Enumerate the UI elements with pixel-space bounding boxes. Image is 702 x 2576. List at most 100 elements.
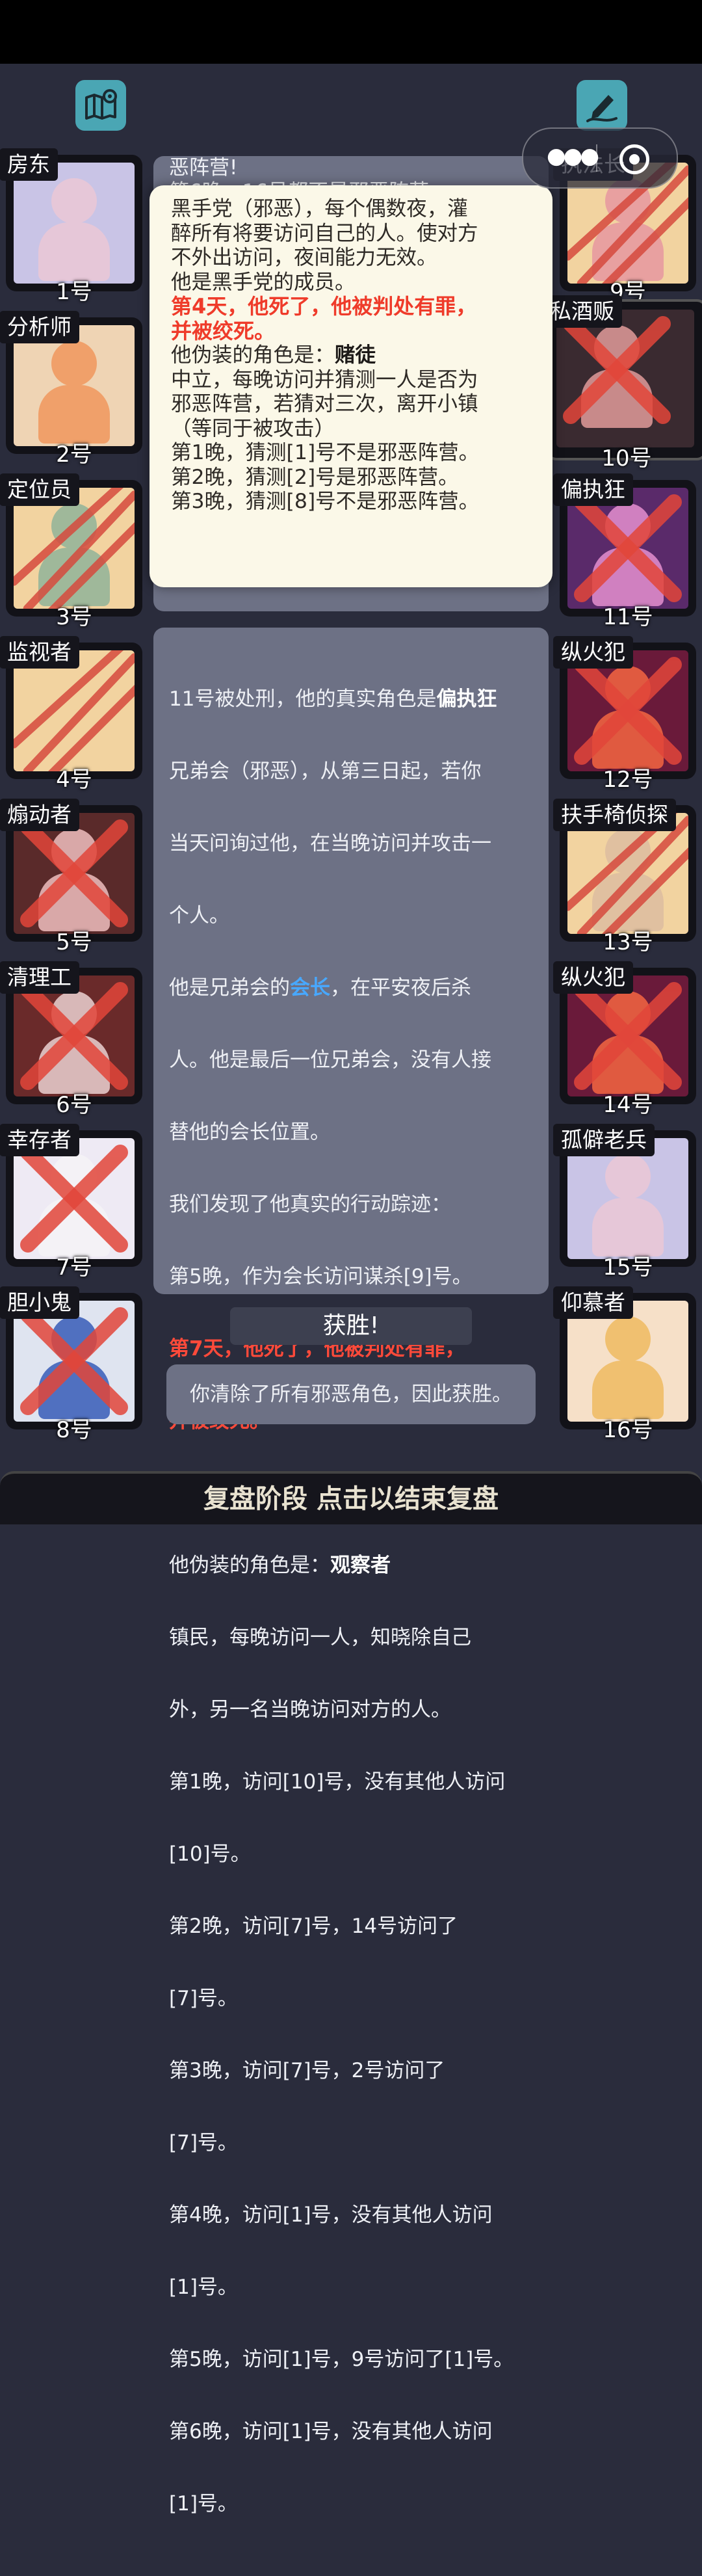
log-entry-panel[interactable]: 11号被处刑，他的真实角色是偏执狂 兄弟会（邪恶），从第三日起，若你 当天问询过… — [153, 628, 549, 2516]
edit-button[interactable] — [577, 80, 627, 131]
log-text: 当天问询过他，在当晚访问并攻击一 — [169, 832, 491, 855]
player-number: 10号 — [601, 445, 652, 471]
player-number: 3号 — [56, 604, 92, 630]
player-role-label: 清理工 — [0, 961, 79, 994]
status-bar — [0, 0, 702, 64]
log-text: 外，另一名当晚访问对方的人。 — [169, 1698, 451, 1721]
player-card[interactable]: 偏执狂 11号 — [553, 473, 696, 630]
player-role-label: 扶手椅侦探 — [553, 799, 676, 831]
player-card[interactable]: 纵火犯 12号 — [553, 636, 696, 793]
divider — [596, 144, 597, 172]
more-icon[interactable]: ●●● — [547, 143, 599, 169]
player-number: 1号 — [56, 279, 92, 305]
log-text: [1]号。 — [169, 2276, 238, 2299]
player-card[interactable]: 分析师 2号 — [0, 311, 142, 468]
log-text: 11号被处刑，他的真实角色是 — [169, 687, 437, 711]
player-card[interactable]: 扶手椅侦探 13号 — [553, 799, 696, 955]
log-text: 恶阵营! — [169, 156, 238, 179]
player-card[interactable]: 纵火犯 14号 — [553, 961, 696, 1118]
log-text: 镇民，每晚访问一人，知晓除自己 — [169, 1626, 471, 1649]
player-role-label: 监视者 — [0, 636, 79, 669]
miniprogram-capsule[interactable]: ●●● — [522, 127, 678, 189]
player-card[interactable]: 定位员 3号 — [0, 473, 142, 630]
role-name: 赌徒 — [335, 343, 376, 367]
log-text: 兄弟会（邪恶），从第三日起，若你 — [169, 760, 482, 783]
rank-name: 会长 — [290, 976, 330, 1000]
tooltip-text: （等同于被攻击） — [171, 416, 335, 440]
pencil-icon — [586, 95, 618, 122]
portrait-head — [51, 341, 97, 386]
log-text: [10]号。 — [169, 1842, 251, 1866]
log-text: ，在平安夜后杀 — [330, 976, 471, 1000]
player-card[interactable]: 仰慕者 16号 — [553, 1286, 696, 1443]
player-card[interactable]: 幸存者 7号 — [0, 1124, 142, 1281]
log-text: 我们发现了他真实的行动踪迹： — [169, 1193, 451, 1216]
portrait-body — [592, 1361, 664, 1419]
end-review-bar[interactable]: 复盘阶段 点击以结束复盘 — [0, 1471, 702, 1524]
log-text: 第4晚，访问[1]号，没有其他人访问 — [169, 2203, 493, 2227]
player-number: 16号 — [603, 1417, 653, 1443]
player-number: 15号 — [603, 1255, 653, 1281]
role-name: 观察者 — [330, 1554, 391, 1577]
end-review-label: 复盘阶段 点击以结束复盘 — [203, 1484, 499, 1514]
portrait-head — [605, 1316, 651, 1362]
portrait-body — [592, 1198, 664, 1256]
player-portrait — [556, 310, 694, 447]
player-card[interactable]: 孤僻老兵 15号 — [553, 1124, 696, 1281]
player-role-label: 定位员 — [0, 473, 79, 506]
log-text: 第5晚，作为会长访问谋杀[9]号。 — [169, 1265, 473, 1288]
log-text: 他是兄弟会的 — [169, 976, 290, 1000]
player-number: 6号 — [56, 1092, 92, 1118]
player-role-label: 胆小鬼 — [0, 1286, 79, 1319]
player-role-label: 纵火犯 — [553, 961, 633, 994]
player-number: 11号 — [603, 604, 653, 630]
tooltip-text: 第3晚，猜测[8]号不是邪恶阵营。 — [171, 490, 480, 513]
player-role-label: 偏执狂 — [553, 473, 633, 506]
tooltip-text: 他是黑手党的成员。 — [171, 270, 356, 294]
tooltip-text: 醉所有将要访问自己的人。使对方 — [171, 221, 478, 245]
log-text: 他伪装的角色是： — [169, 1554, 330, 1577]
portrait-head — [51, 178, 97, 224]
death-text: 第4天，他死了，他被判处有罪， — [171, 294, 477, 319]
log-text: 个人。 — [169, 904, 229, 927]
log-text: 第3晚，访问[7]号，2号访问了 — [169, 2059, 445, 2082]
role-name: 偏执狂 — [436, 687, 497, 711]
log-text: [7]号。 — [169, 2131, 238, 2155]
tooltip-text: 黑手党（邪恶），每个偶数夜，灌 — [171, 197, 468, 220]
log-text: 替他的会长位置。 — [169, 1121, 330, 1144]
player-card[interactable]: 私酒贩 10号 — [542, 295, 702, 471]
tooltip-text: 第1晚，猜测[1]号不是邪恶阵营。 — [171, 441, 480, 464]
player-card[interactable]: 监视者 4号 — [0, 636, 142, 793]
player-role-label: 纵火犯 — [553, 636, 633, 669]
player-card[interactable]: 煽动者 5号 — [0, 799, 142, 955]
map-pin-icon — [85, 89, 117, 120]
player-number: 13号 — [603, 929, 653, 955]
log-text: 第1晚，访问[10]号，没有其他人访问 — [169, 1770, 506, 1794]
player-number: 12号 — [603, 767, 653, 793]
death-text: 并被绞死。 — [171, 318, 276, 343]
close-icon[interactable] — [619, 144, 649, 174]
log-text: 人。他是最后一位兄弟会，没有人接 — [169, 1048, 491, 1072]
portrait-head — [605, 1154, 651, 1199]
player-role-label: 房东 — [0, 148, 58, 181]
log-text: [1]号。 — [169, 2492, 238, 2516]
player-card[interactable]: 清理工 6号 — [0, 961, 142, 1118]
player-number: 7号 — [56, 1255, 92, 1281]
victory-message: 你清除了所有邪恶角色，因此获胜。 — [166, 1364, 536, 1424]
player-role-label: 孤僻老兵 — [553, 1124, 655, 1156]
tooltip-text: 不外出访问，夜间能力无效。 — [171, 246, 437, 269]
player-role-label: 幸存者 — [0, 1124, 79, 1156]
player-role-label: 分析师 — [0, 311, 79, 343]
player-number: 5号 — [56, 929, 92, 955]
victory-title: 获胜! — [230, 1307, 472, 1345]
player-card[interactable]: 胆小鬼 8号 — [0, 1286, 142, 1443]
log-text: 第6晚，访问[1]号，没有其他人访问 — [169, 2420, 493, 2443]
log-text: [7]号。 — [169, 1987, 238, 2010]
player-role-label: 仰慕者 — [553, 1286, 633, 1319]
tooltip-text: 第2晚，猜测[2]号是邪恶阵营。 — [171, 465, 459, 489]
player-card[interactable]: 房东 1号 — [0, 148, 142, 305]
log-text: 第2晚，访问[7]号，14号访问了 — [169, 1915, 458, 1938]
role-tooltip[interactable]: 黑手党（邪恶），每个偶数夜，灌 醉所有将要访问自己的人。使对方 不外出访问，夜间… — [150, 185, 552, 587]
map-button[interactable] — [75, 80, 126, 131]
tooltip-text: 他伪装的角色是： — [171, 343, 335, 367]
